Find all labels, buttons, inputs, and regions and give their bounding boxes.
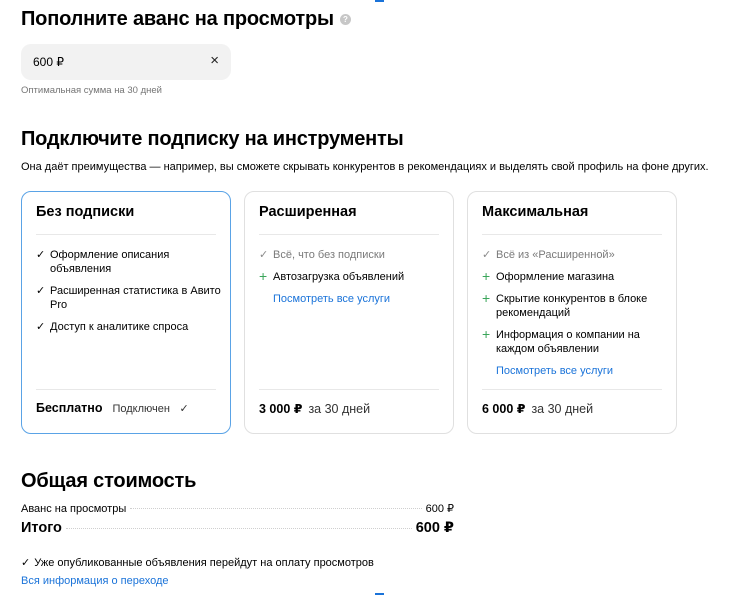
check-icon: ✓ [259,249,269,261]
plan-card-no-subscription[interactable]: Без подписки ✓ Оформление описания объявл… [21,191,231,434]
plan-features: ✓ Всё из «Расширенной» + Оформление магази… [482,248,668,386]
check-icon: ✓ [36,321,46,333]
migration-note-text: Уже опубликованные объявления перейдут н… [34,557,374,569]
plan-card-maximum[interactable]: Максимальная ✓ Всё из «Расширенной» + Офор… [467,191,677,434]
plan-feature: + Автозагрузка объявлений [259,268,405,284]
divider [36,389,216,390]
plan-feature: + Информация о компании на каждом объявле… [482,326,640,355]
advance-title: Пополните аванс на просмотры? [21,8,351,31]
plan-price-value: Бесплатно [36,401,103,415]
plan-feature: ✓ Расширенная статистика в Авито Pro [36,285,221,311]
divider [259,234,439,235]
subscription-title: Подключите подписку на инструменты [21,128,404,150]
advance-amount-value[interactable]: 600 ₽ [33,55,64,69]
plan-feature: ✓ Оформление описания объявления [36,249,170,275]
plan-period: за 30 дней [531,402,594,416]
plan-price-value: 3 000 ₽ [259,402,303,416]
plus-icon: + [482,290,491,306]
see-all-services-link[interactable]: Посмотреть все услуги [259,292,445,306]
scroll-indicator-top [375,0,384,2]
plan-title: Расширенная [259,204,357,220]
advance-amount-input[interactable]: 600 ₽ × [21,44,231,80]
plan-features: ✓ Всё, что без подписки + Автозагрузка объ… [259,248,445,314]
see-all-services-link[interactable]: Посмотреть все услуги [482,364,668,378]
plan-feature: ✓ Всё, что без подписки [259,249,385,261]
total-title: Общая стоимость [21,470,197,492]
check-icon: ✓ [36,285,46,297]
help-icon[interactable]: ? [339,14,351,25]
plan-card-extended[interactable]: Расширенная ✓ Всё, что без подписки + Авто… [244,191,454,434]
subscription-description: Она даёт преимущества — например, вы смо… [21,161,709,173]
migration-note: ✓ Уже опубликованные объявления перейдут … [21,556,374,569]
total-advance-value: 600 ₽ [425,503,454,515]
plus-icon: + [482,268,491,284]
clear-icon[interactable]: × [210,53,219,69]
dotted-leader [65,528,412,529]
plus-icon: + [259,268,268,284]
check-icon: ✓ [179,403,189,415]
plan-title: Без подписки [36,204,135,220]
check-icon: ✓ [21,557,31,569]
plan-feature: + Скрытие конкурентов в блоке рекомендаци… [482,290,648,319]
total-advance-row: Аванс на просмотры 600 ₽ [21,502,454,515]
plan-price: Бесплатно Подключен ✓ [36,401,189,415]
divider [482,234,662,235]
total-sum-value: 600 ₽ [415,520,454,536]
dotted-leader [130,508,422,509]
advance-hint: Оптимальная сумма на 30 дней [21,85,162,96]
plan-period: за 30 дней [308,402,371,416]
plan-price: 6 000 ₽ за 30 дней [482,401,593,416]
divider [482,389,662,390]
check-icon: ✓ [36,249,46,261]
plus-icon: + [482,326,491,342]
check-icon: ✓ [482,249,492,261]
plan-title: Максимальная [482,204,589,220]
plan-feature: ✓ Доступ к аналитике спроса [36,321,189,333]
total-sum-row: Итого 600 ₽ [21,520,454,536]
divider [259,389,439,390]
plan-feature: + Оформление магазина [482,268,615,284]
plan-features: ✓ Оформление описания объявления ✓ Расшире… [36,248,222,342]
plan-status: Подключен [112,403,170,415]
plan-feature: ✓ Всё из «Расширенной» [482,249,615,261]
total-advance-label: Аванс на просмотры [21,503,127,515]
divider [36,234,216,235]
total-sum-label: Итого [21,520,62,536]
advance-title-text: Пополните аванс на просмотры [21,8,334,30]
plan-price: 3 000 ₽ за 30 дней [259,401,370,416]
plan-price-value: 6 000 ₽ [482,402,526,416]
transition-info-link[interactable]: Вся информация о переходе [21,575,169,587]
